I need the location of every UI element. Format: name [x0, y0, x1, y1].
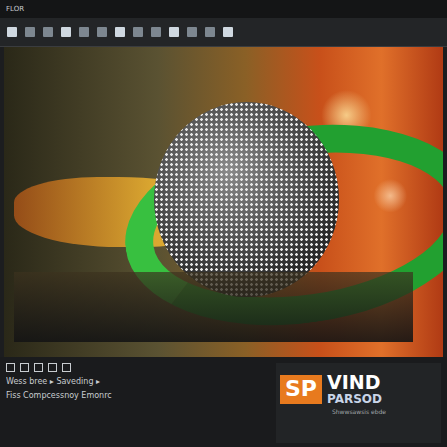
tool-button[interactable] — [96, 26, 108, 38]
tool-icon — [168, 26, 180, 38]
editor-window: FLOR Wess bree ▸ Saveding ▸ Fiss Compcessn… — [0, 0, 447, 447]
control-row — [6, 363, 270, 372]
tool-icon — [42, 26, 54, 38]
tool-button[interactable] — [60, 26, 72, 38]
tool-button[interactable] — [222, 26, 234, 38]
control-button[interactable] — [6, 363, 15, 372]
tool-icon — [78, 26, 90, 38]
tool-button[interactable] — [42, 26, 54, 38]
tool-button[interactable] — [204, 26, 216, 38]
logo-mark: SP — [280, 375, 322, 403]
floor-reflection — [14, 272, 413, 342]
tool-icon — [96, 26, 108, 38]
mirror-sphere — [154, 102, 339, 297]
tool-button[interactable] — [6, 26, 18, 38]
title-bar: FLOR — [0, 0, 447, 18]
status-line: Wess bree ▸ Saveding ▸ — [6, 377, 270, 386]
control-icon — [48, 363, 57, 372]
tool-button[interactable] — [132, 26, 144, 38]
tool-icon — [6, 26, 18, 38]
window-title: FLOR — [6, 5, 24, 13]
tool-button[interactable] — [186, 26, 198, 38]
bottom-panel: Wess bree ▸ Saveding ▸ Fiss Compcessnoy E… — [0, 357, 447, 447]
logo-tagline: Shwwsawsis ebde — [280, 408, 437, 415]
control-icon — [20, 363, 29, 372]
video-preview — [4, 47, 443, 357]
toolbar — [0, 18, 447, 47]
control-icon — [62, 363, 71, 372]
tool-icon — [222, 26, 234, 38]
control-button[interactable] — [62, 363, 71, 372]
tool-icon — [114, 26, 126, 38]
tool-icon — [60, 26, 72, 38]
tool-button[interactable] — [150, 26, 162, 38]
tool-icon — [204, 26, 216, 38]
tool-button[interactable] — [78, 26, 90, 38]
tool-icon — [186, 26, 198, 38]
logo-name: VIND — [327, 373, 382, 393]
tool-icon — [150, 26, 162, 38]
status-line: Fiss Compcessnoy Emonrc — [6, 391, 270, 400]
control-button[interactable] — [34, 363, 43, 372]
tool-button[interactable] — [168, 26, 180, 38]
tool-icon — [24, 26, 36, 38]
tool-icon — [132, 26, 144, 38]
control-icon — [6, 363, 15, 372]
brand-logo: SPVINDPARSOD Shwwsawsis ebde — [276, 363, 441, 443]
tool-button[interactable] — [114, 26, 126, 38]
tool-button[interactable] — [24, 26, 36, 38]
logo-subtitle: PARSOD — [327, 393, 382, 406]
control-button[interactable] — [48, 363, 57, 372]
timeline-panel: Wess bree ▸ Saveding ▸ Fiss Compcessnoy E… — [6, 363, 270, 443]
control-button[interactable] — [20, 363, 29, 372]
control-icon — [34, 363, 43, 372]
